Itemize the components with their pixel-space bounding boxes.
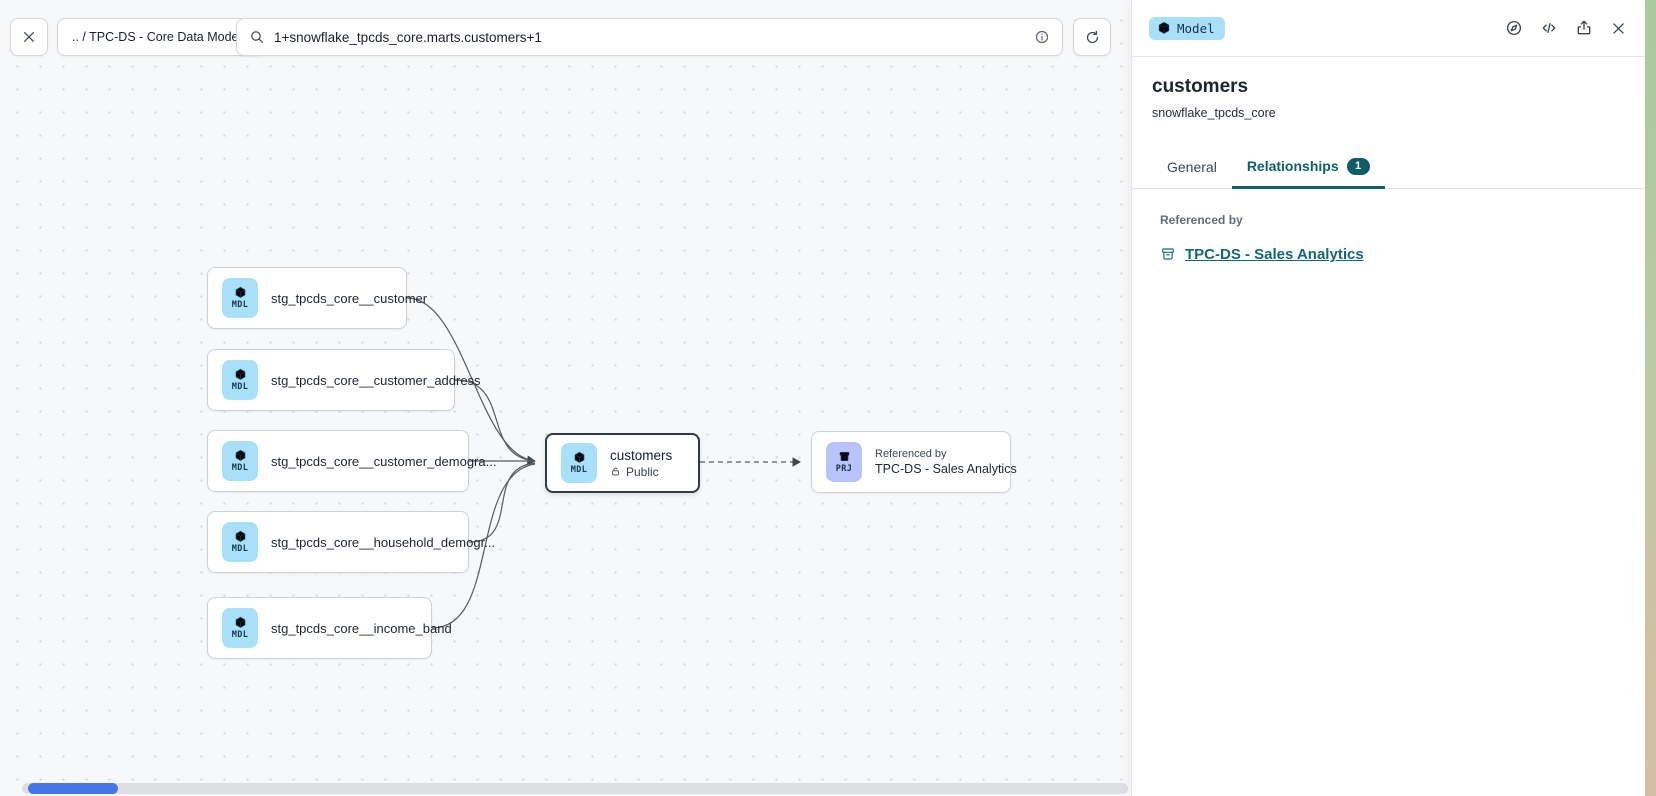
chip-label: MDL (232, 300, 249, 310)
share-button[interactable] (1575, 19, 1593, 37)
model-node[interactable]: MDL stg_tpcds_core__customer (207, 267, 407, 329)
model-type-chip: MDL (222, 360, 258, 400)
chip-label: MDL (232, 630, 249, 640)
share-icon (1575, 19, 1593, 37)
page-title: customers (1152, 76, 1625, 99)
project-type-chip: PRJ (826, 442, 862, 482)
cube-icon (234, 286, 247, 299)
chip-label: MDL (232, 463, 249, 473)
cube-icon (1157, 21, 1171, 35)
archive-icon (838, 450, 851, 463)
project-link[interactable]: TPC-DS - Sales Analytics (1185, 246, 1364, 263)
breadcrumb-label: .. / TPC-DS - Core Data Models (72, 30, 248, 44)
cube-icon (573, 451, 586, 464)
details-panel: Model customers snowflake_tpcds_core Gen… (1131, 0, 1645, 796)
view-code-button[interactable] (1540, 19, 1558, 37)
node-label: stg_tpcds_core__customer_address (271, 373, 481, 388)
model-node[interactable]: MDL stg_tpcds_core__customer_address (207, 349, 455, 411)
compass-icon (1505, 19, 1523, 37)
search-icon (249, 29, 265, 45)
panel-tabs: General Relationships 1 (1132, 148, 1645, 189)
panel-header: Model (1132, 0, 1645, 57)
model-node-selected[interactable]: MDL customers Public (545, 433, 700, 493)
lineage-canvas[interactable]: .. / TPC-DS - Core Data Models 1+snowfla… (0, 0, 1131, 796)
info-icon[interactable] (1034, 29, 1050, 45)
chip-label: PRJ (836, 464, 853, 474)
search-input-value[interactable]: 1+snowflake_tpcds_core.marts.customers+1 (274, 30, 1025, 45)
node-label: stg_tpcds_core__customer_demogra... (271, 454, 496, 469)
chip-label: MDL (232, 544, 249, 554)
refresh-lineage-button[interactable] (1073, 18, 1111, 56)
referenced-by-item[interactable]: TPC-DS - Sales Analytics (1160, 246, 1617, 263)
node-label: stg_tpcds_core__household_demogr... (271, 535, 495, 550)
scrollbar-thumb[interactable] (28, 783, 118, 794)
node-label: stg_tpcds_core__customer (271, 291, 427, 306)
model-node[interactable]: MDL stg_tpcds_core__household_demogr... (207, 511, 469, 573)
explore-lineage-button[interactable] (1505, 19, 1523, 37)
breadcrumb[interactable]: .. / TPC-DS - Core Data Models (57, 18, 263, 56)
relationships-count-badge: 1 (1347, 158, 1370, 175)
lineage-edges (0, 0, 1131, 796)
tab-relationships[interactable]: Relationships 1 (1232, 148, 1385, 189)
unlock-icon (610, 466, 621, 477)
cube-icon (234, 530, 247, 543)
code-icon (1540, 19, 1558, 37)
model-type-chip: MDL (222, 441, 258, 481)
close-icon (21, 29, 37, 45)
chip-label: MDL (232, 382, 249, 392)
model-type-chip: MDL (222, 608, 258, 648)
close-panel-button[interactable] (1610, 20, 1627, 37)
resource-type-badge: Model (1149, 17, 1225, 40)
horizontal-scrollbar[interactable] (22, 783, 1128, 794)
archive-icon (1160, 246, 1176, 262)
model-node[interactable]: MDL stg_tpcds_core__income_band (207, 597, 432, 659)
project-node[interactable]: PRJ Referenced by TPC-DS - Sales Analyti… (811, 431, 1011, 493)
model-node[interactable]: MDL stg_tpcds_core__customer_demogra... (207, 430, 469, 492)
project-kicker: Referenced by (875, 448, 1017, 460)
tab-general[interactable]: General (1152, 149, 1232, 189)
node-label: customers (610, 448, 672, 463)
chip-label: MDL (571, 465, 588, 475)
cube-icon (234, 449, 247, 462)
desktop-wallpaper-sliver (1645, 0, 1656, 796)
project-subtitle: snowflake_tpcds_core (1152, 106, 1625, 120)
model-type-chip: MDL (222, 278, 258, 318)
cube-icon (234, 616, 247, 629)
close-icon (1610, 20, 1627, 37)
access-badge: Public (610, 465, 672, 479)
model-type-chip: MDL (222, 522, 258, 562)
node-label: TPC-DS - Sales Analytics (875, 462, 1017, 476)
refresh-icon (1084, 29, 1101, 46)
referenced-by-label: Referenced by (1160, 213, 1617, 227)
close-lineage-button[interactable] (10, 18, 48, 56)
cube-icon (234, 368, 247, 381)
model-type-chip: MDL (561, 443, 597, 483)
lineage-search-field[interactable]: 1+snowflake_tpcds_core.marts.customers+1 (236, 18, 1063, 56)
node-label: stg_tpcds_core__income_band (271, 621, 452, 636)
